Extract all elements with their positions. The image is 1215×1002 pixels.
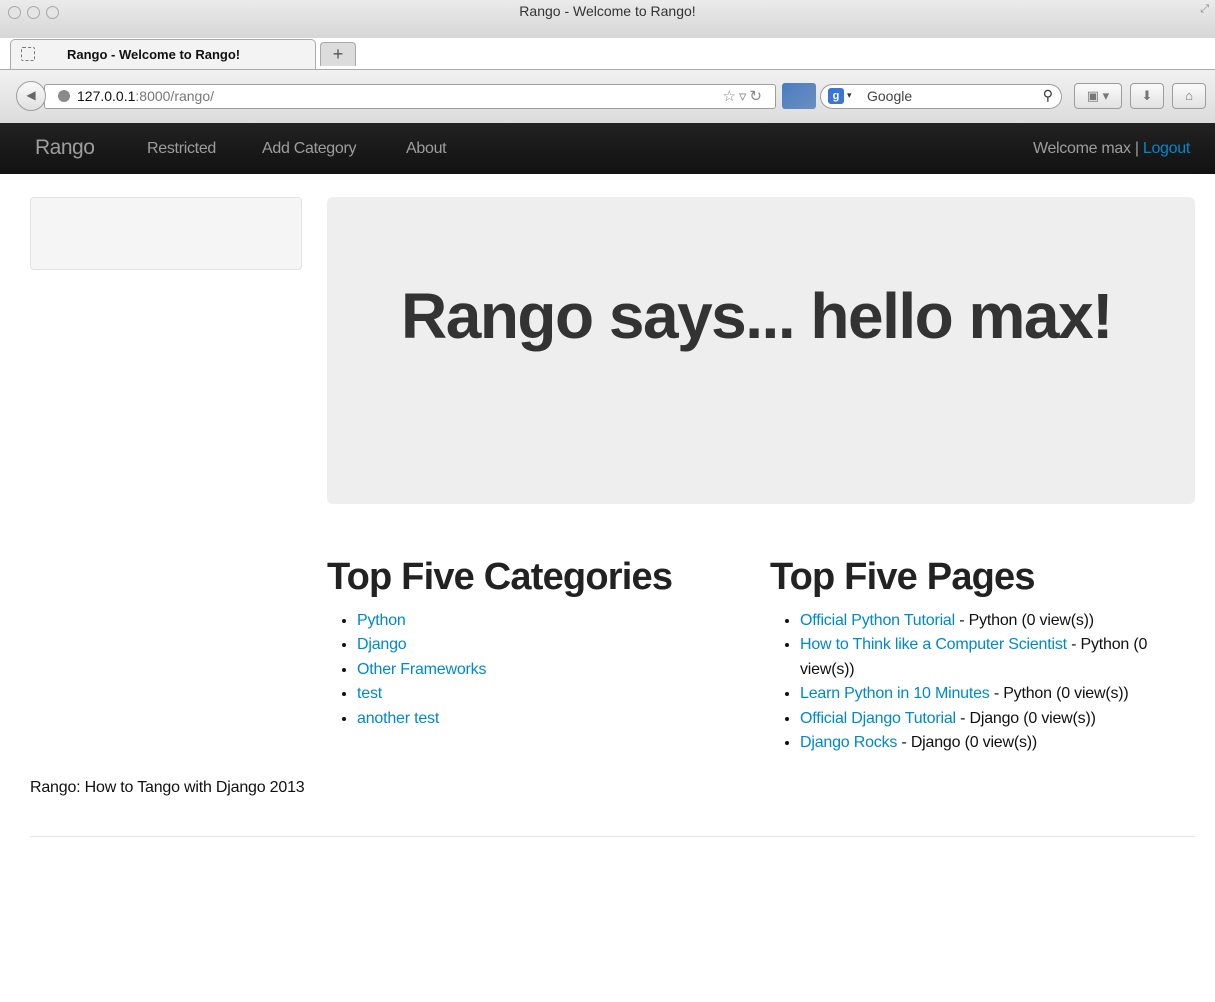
list-item: Official Python Tutorial - Python (0 vie…	[800, 609, 1195, 633]
page-favicon-icon	[21, 47, 35, 61]
bookmarks-icon: ▣ ▾	[1086, 88, 1110, 103]
page-link[interactable]: Django Rocks	[800, 734, 897, 751]
urlbar-actions: ☆▿↻	[722, 87, 765, 105]
bookmarks-button[interactable]: ▣ ▾	[1074, 83, 1122, 109]
list-item: test	[357, 682, 747, 706]
page-detail: - Python (0 view(s))	[989, 685, 1129, 703]
page-detail: - Python (0 view(s))	[954, 612, 1094, 629]
brand-link[interactable]: Rango	[35, 136, 95, 160]
list-item: Django Rocks - Django (0 view(s))	[800, 731, 1195, 755]
hero-heading: Rango says... hello max!	[401, 280, 1113, 352]
logout-link[interactable]: Logout	[1143, 140, 1190, 157]
page-link[interactable]: Official Django Tutorial	[800, 710, 956, 727]
browser-toolbar: 127.0.0.1:8000/rango/ ☆▿↻ ◀ g ▾ Google ⚲…	[0, 69, 1215, 123]
page-link[interactable]: Official Python Tutorial	[800, 612, 955, 629]
url-host: 127.0.0.1	[77, 88, 136, 104]
list-item: Official Django Tutorial - Django (0 vie…	[800, 707, 1195, 731]
tab-title: Rango - Welcome to Rango!	[67, 47, 241, 62]
page-detail: - Django (0 view(s))	[955, 709, 1096, 727]
globe-icon	[58, 90, 70, 102]
reload-icon[interactable]: ↻	[749, 88, 765, 105]
category-list: Python Django Other Frameworks test anot…	[327, 609, 747, 731]
search-icon[interactable]: ⚲	[1043, 87, 1053, 104]
back-button[interactable]: ◀	[16, 81, 46, 111]
separator: |	[1130, 140, 1143, 157]
site-navbar: Rango Restricted Add Category About Welc…	[0, 123, 1215, 174]
sidebar-well	[30, 197, 302, 270]
home-button[interactable]: ⌂	[1172, 83, 1206, 109]
page-detail: - Django (0 view(s))	[897, 734, 1038, 752]
bookmark-star-icon[interactable]: ☆	[722, 88, 738, 105]
window-titlebar: Rango - Welcome to Rango! ⤢	[0, 0, 1215, 38]
top-pages-section: Top Five Pages Official Python Tutorial …	[770, 556, 1195, 755]
page-link[interactable]: Learn Python in 10 Minutes	[800, 685, 990, 702]
list-item: Learn Python in 10 Minutes - Python (0 v…	[800, 682, 1195, 706]
fullscreen-icon[interactable]: ⤢	[1200, 3, 1209, 16]
list-item: Python	[357, 609, 747, 633]
page-list: Official Python Tutorial - Python (0 vie…	[770, 609, 1195, 755]
search-input[interactable]: Google	[867, 88, 912, 104]
list-item: How to Think like a Computer Scientist -…	[800, 633, 1195, 682]
nav-link-restricted[interactable]: Restricted	[147, 140, 216, 158]
page-link[interactable]: How to Think like a Computer Scientist	[800, 636, 1067, 653]
browser-tab[interactable]: Rango - Welcome to Rango!	[10, 39, 316, 69]
new-tab-button[interactable]: +	[320, 42, 356, 66]
list-item: another test	[357, 707, 747, 731]
url-text[interactable]: 127.0.0.1:8000/rango/	[77, 88, 214, 104]
pages-heading: Top Five Pages	[770, 556, 1036, 598]
welcome-text: Welcome max	[1032, 140, 1131, 157]
history-dropdown-icon[interactable]: ▿	[739, 88, 750, 105]
download-arrow-icon: ⬇	[1141, 88, 1153, 103]
home-icon: ⌂	[1185, 88, 1193, 103]
extension-icon[interactable]	[782, 83, 816, 109]
category-link[interactable]: Other Frameworks	[357, 661, 486, 678]
address-bar[interactable]: 127.0.0.1:8000/rango/ ☆▿↻	[44, 84, 776, 109]
downloads-button[interactable]: ⬇	[1130, 83, 1164, 109]
footer-divider	[30, 836, 1195, 837]
hero-unit: Rango says... hello max!	[327, 197, 1195, 504]
category-link[interactable]: Django	[357, 636, 407, 653]
google-icon[interactable]: g	[828, 88, 844, 104]
user-area: Welcome max | Logout	[1033, 140, 1190, 158]
category-link[interactable]: another test	[357, 710, 439, 727]
list-item: Django	[357, 633, 747, 657]
top-categories-section: Top Five Categories Python Django Other …	[327, 556, 747, 731]
category-link[interactable]: Python	[357, 612, 406, 629]
chevron-down-icon[interactable]: ▾	[847, 90, 852, 101]
categories-heading: Top Five Categories	[327, 556, 673, 598]
nav-link-add-category[interactable]: Add Category	[262, 140, 357, 158]
window-title: Rango - Welcome to Rango!	[519, 3, 696, 19]
list-item: Other Frameworks	[357, 658, 747, 682]
url-path: :8000/rango/	[135, 88, 215, 104]
footer-text: Rango: How to Tango with Django 2013	[30, 779, 305, 796]
search-bar[interactable]: g ▾ Google ⚲	[820, 84, 1062, 109]
category-link[interactable]: test	[357, 685, 382, 702]
nav-link-about[interactable]: About	[406, 140, 447, 158]
